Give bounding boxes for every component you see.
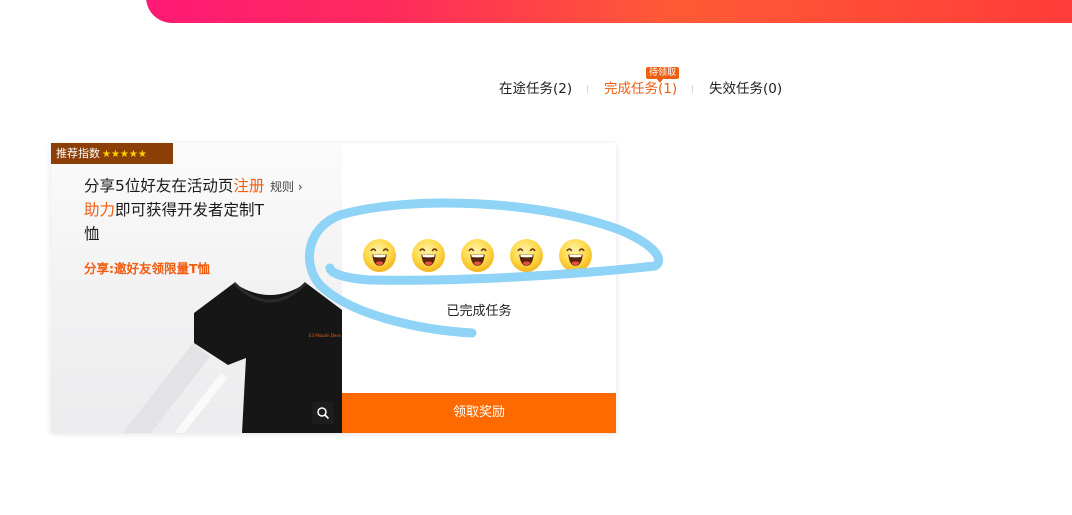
grinning-face-icon: [363, 239, 396, 272]
task-progress-panel: 已完成任务 领取奖励: [342, 143, 616, 433]
recommend-label: 推荐指数: [56, 147, 100, 160]
rules-link[interactable]: 规则 ›: [270, 178, 303, 195]
tab-divider: [587, 85, 588, 93]
task-card-info: 推荐指数 ★★★★★ 分享5位好友在活动页注册助力即可获得开发者定制T恤 规则 ›…: [51, 143, 342, 433]
recommend-badge: 推荐指数 ★★★★★: [51, 143, 173, 164]
task-tabs: 在途任务(2) 完成任务(1) 失效任务(0): [0, 80, 1072, 100]
grinning-face-icon: [412, 239, 445, 272]
task-description: 分享5位好友在活动页注册助力即可获得开发者定制T恤: [84, 174, 269, 246]
claim-reward-button[interactable]: 领取奖励: [342, 393, 616, 433]
grinning-face-icon: [510, 239, 543, 272]
tab-completed[interactable]: 完成任务(1): [604, 80, 677, 98]
grinning-face-icon: [461, 239, 494, 272]
search-icon: [317, 407, 329, 419]
task-description-text: 分享5位好友在活动页: [84, 177, 234, 195]
share-note: 分享:邀好友领限量T恤: [84, 261, 211, 276]
task-card: 推荐指数 ★★★★★ 分享5位好友在活动页注册助力即可获得开发者定制T恤 规则 ›…: [51, 143, 616, 433]
grinning-face-icon: [559, 239, 592, 272]
top-banner: [146, 0, 1072, 23]
progress-emojis: [361, 237, 611, 275]
zoom-button[interactable]: [312, 402, 334, 424]
tab-in-progress[interactable]: 在途任务(2): [499, 80, 572, 98]
tshirt-logo: E3 Miaolin Devs: [309, 333, 341, 338]
star-rating-icon: ★★★★★: [102, 149, 147, 160]
task-status-label: 已完成任务: [446, 304, 512, 319]
tab-expired[interactable]: 失效任务(0): [709, 80, 782, 98]
pending-claim-badge: 待领取: [646, 67, 680, 83]
tab-divider: [692, 85, 693, 93]
